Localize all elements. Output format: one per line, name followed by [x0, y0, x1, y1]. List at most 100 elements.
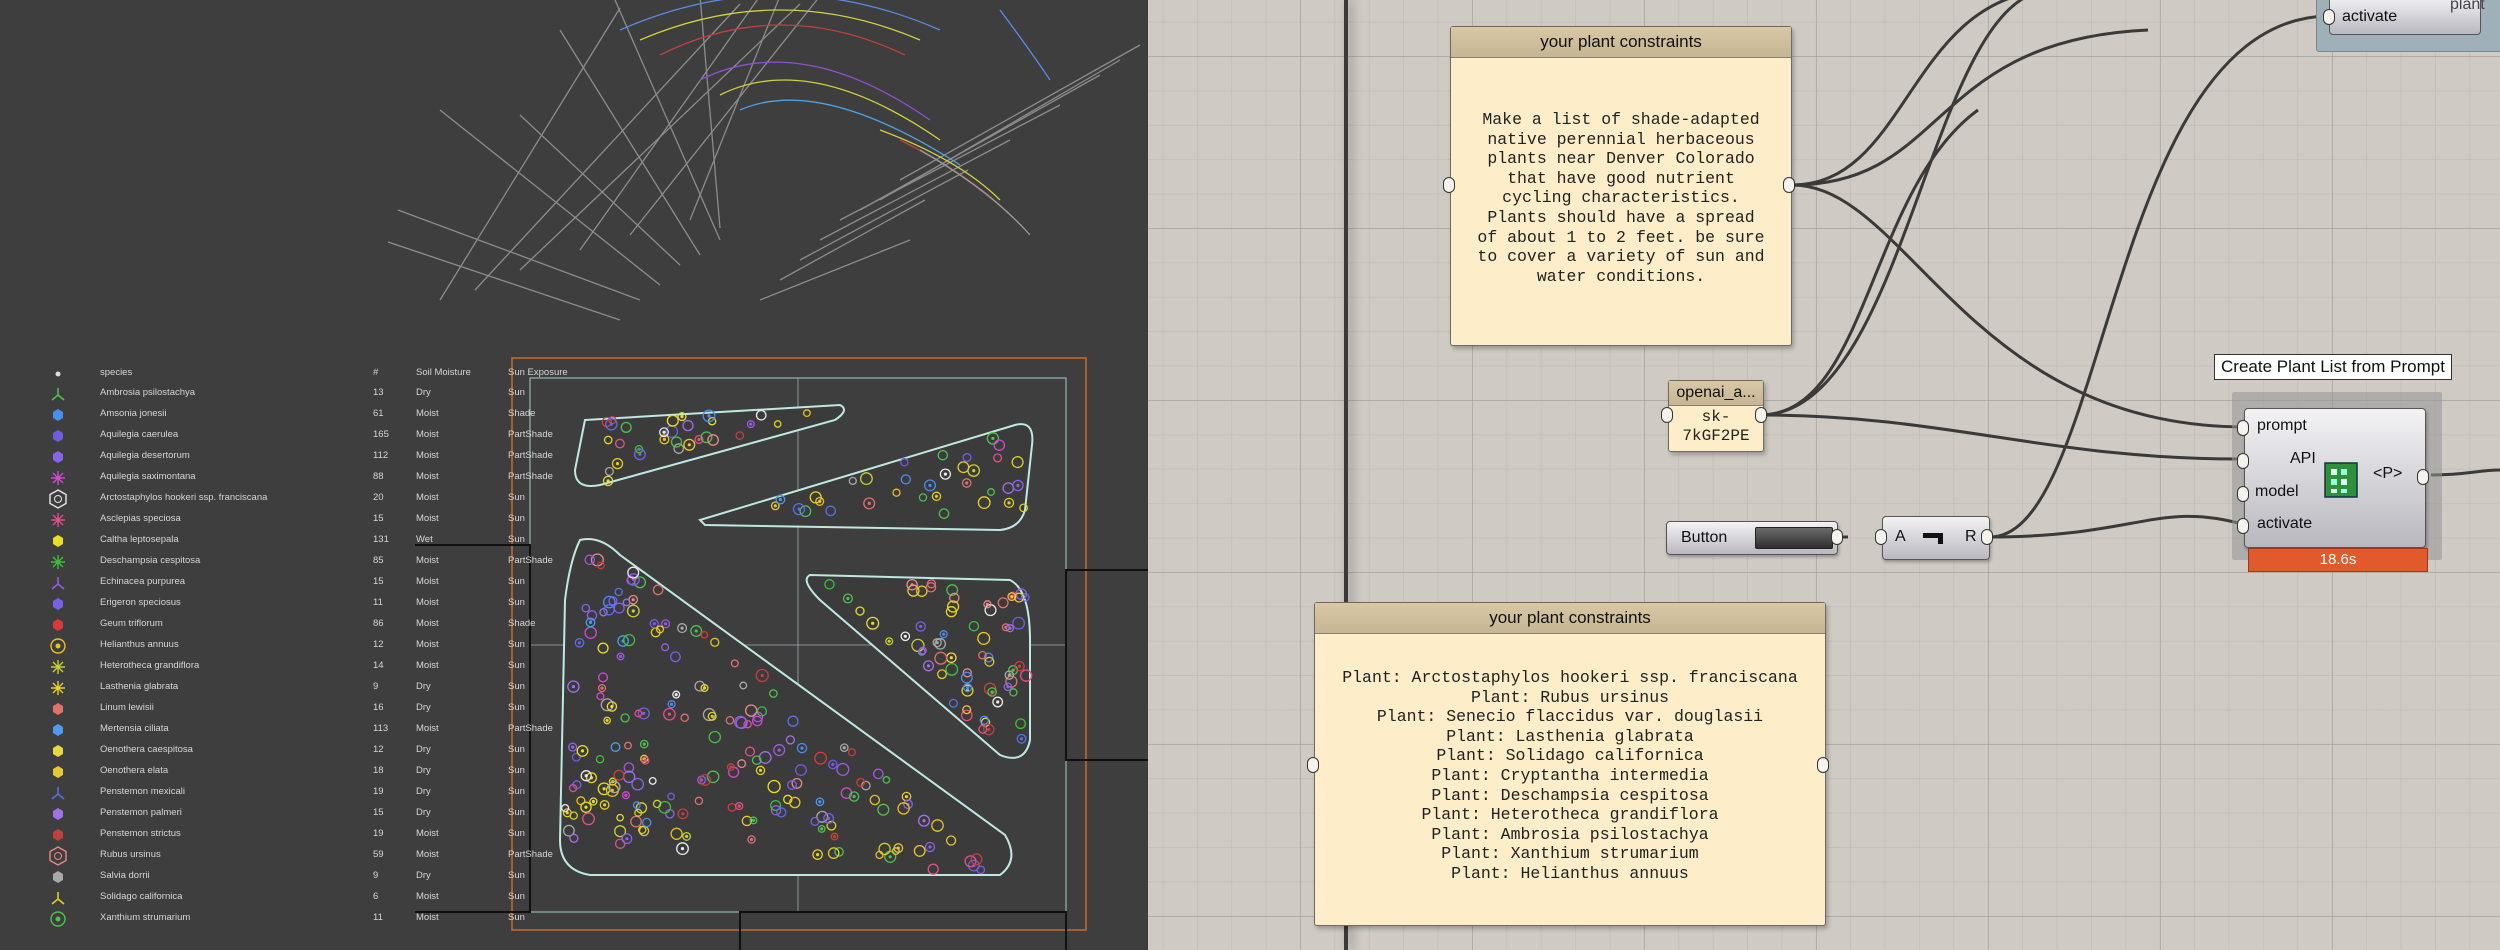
species-marker-icon	[53, 724, 63, 736]
plant-marker-core	[871, 621, 875, 625]
toggle-component[interactable]: A R	[1875, 516, 1993, 560]
toggle-input-grip[interactable]	[1875, 529, 1887, 545]
prompt-text[interactable]: Make a list of shade-adapted native pere…	[1451, 110, 1791, 286]
plant-marker-core	[1006, 685, 1010, 689]
species-sun: Sun	[508, 744, 525, 755]
header-species: species	[100, 367, 133, 378]
plant-marker-core	[1010, 595, 1014, 599]
species-marker-icon	[49, 489, 67, 509]
plant-marker-core	[943, 472, 948, 476]
species-moisture: Dry	[416, 387, 431, 398]
species-name: Geum triflorum	[100, 618, 163, 629]
species-name: Rubus ursinus	[100, 849, 161, 860]
panel-input-grip[interactable]	[1443, 177, 1455, 193]
button-component[interactable]: Button	[1666, 521, 1843, 555]
species-marker-icon	[51, 513, 65, 527]
species-marker-icon	[53, 703, 63, 715]
input-model[interactable]: model	[2255, 483, 2299, 501]
prompt-grip[interactable]	[2237, 420, 2249, 436]
species-count: 85	[373, 555, 384, 566]
species-moisture: Dry	[416, 786, 431, 797]
species-moisture: Moist	[416, 408, 439, 419]
partial-component[interactable]: activate plant	[2316, 0, 2500, 52]
plant-marker-core	[800, 746, 804, 750]
species-sun: PartShade	[508, 471, 553, 482]
species-marker-icon	[53, 808, 63, 820]
input-api[interactable]: API	[2290, 450, 2316, 468]
plant-marker-core	[642, 711, 646, 716]
plant-marker-core	[919, 624, 923, 629]
button-trigger[interactable]	[1755, 527, 1833, 549]
plant-marker-core	[749, 837, 754, 842]
species-count: 9	[373, 870, 379, 881]
panel-output-grip[interactable]	[1783, 177, 1795, 193]
input-activate[interactable]: activate	[2257, 515, 2312, 533]
plant-marker-core	[687, 443, 691, 447]
api-grip[interactable]	[2237, 453, 2249, 469]
species-name: Penstemon strictus	[100, 828, 181, 839]
table-row: Heterotheca grandiflora 14 Moist Sun	[0, 657, 600, 677]
model-grip[interactable]	[2237, 486, 2249, 502]
plant-marker-core	[928, 483, 932, 487]
api-key-text[interactable]: sk- 7kGF2PE	[1669, 408, 1763, 446]
api-input-grip[interactable]	[1661, 407, 1673, 423]
plant-marker-core	[996, 700, 1000, 704]
species-name: Helianthus annuus	[100, 639, 179, 650]
output-panel[interactable]: your plant constraints Plant: Arctostaph…	[1307, 602, 1829, 926]
bullet-icon	[55, 371, 61, 377]
species-count: 16	[373, 702, 384, 713]
button-output-grip[interactable]	[1831, 529, 1843, 545]
table-row: Penstemon mexicali 19 Dry Sun	[0, 783, 600, 803]
plant-marker-core	[685, 834, 689, 839]
species-sun: Sun	[508, 660, 525, 671]
create-plant-list-component[interactable]: prompt API model activate <P>	[2237, 408, 2429, 548]
output-grip[interactable]	[2417, 469, 2429, 485]
plant-marker-core	[670, 702, 674, 706]
prompt-panel[interactable]: your plant constraints Make a list of sh…	[1443, 26, 1795, 346]
api-key-panel[interactable]: openai_a... sk- 7kGF2PE	[1661, 380, 1767, 452]
species-sun: PartShade	[508, 723, 553, 734]
species-name: Oenothera caespitosa	[100, 744, 193, 755]
species-marker-icon	[51, 555, 65, 569]
plant-marker-core	[991, 436, 995, 440]
output-panel-input-grip[interactable]	[1307, 757, 1319, 773]
output-plant-list[interactable]: Plant: Arctostaphylos hookeri ssp. franc…	[1315, 668, 1825, 884]
input-prompt[interactable]: prompt	[2257, 417, 2307, 435]
species-sun: Sun	[508, 828, 525, 839]
plant-marker-core	[609, 422, 613, 426]
output-panel-output-grip[interactable]	[1817, 757, 1829, 773]
plant-marker-core	[707, 414, 711, 418]
output-p[interactable]: <P>	[2373, 465, 2402, 483]
plant-marker-core	[949, 656, 953, 660]
api-output-grip[interactable]	[1755, 407, 1767, 423]
species-marker-icon	[50, 911, 66, 927]
species-moisture: Moist	[416, 639, 439, 650]
plant-marker-core	[903, 634, 907, 638]
species-moisture: Dry	[416, 807, 431, 818]
rhino-viewport[interactable]: species # Soil Moisture Sun Exposure Amb…	[0, 0, 1148, 950]
plant-marker-core	[758, 768, 763, 773]
plant-marker-core	[777, 748, 781, 752]
table-row: Ambrosia psilostachya 13 Dry Sun	[0, 384, 600, 404]
plant-marker-core	[1007, 501, 1011, 505]
species-name: Penstemon palmeri	[100, 807, 182, 818]
toggle-output-grip[interactable]	[1981, 529, 1993, 545]
species-sun: Sun	[508, 639, 525, 650]
plant-marker-core	[662, 437, 667, 441]
species-sun: PartShade	[508, 849, 553, 860]
prompt-panel-title: your plant constraints	[1451, 27, 1791, 58]
species-marker-icon	[53, 451, 63, 463]
plant-marker-core	[1008, 626, 1012, 630]
plant-marker-core	[818, 800, 822, 804]
activate-grip[interactable]	[2237, 518, 2249, 534]
grasshopper-canvas[interactable]: activate plant your plant constraints Ma…	[1148, 0, 2500, 950]
species-name: Xanthium strumarium	[100, 912, 191, 923]
species-moisture: Moist	[416, 576, 439, 587]
plant-list-icon	[2324, 462, 2358, 498]
input-grip[interactable]	[2323, 9, 2335, 25]
species-marker-icon	[51, 892, 65, 905]
table-row: Asclepias speciosa 15 Moist Sun	[0, 510, 600, 530]
species-sun: Sun	[508, 597, 525, 608]
plant-marker-core	[966, 686, 970, 690]
plant-marker-core	[610, 704, 614, 709]
